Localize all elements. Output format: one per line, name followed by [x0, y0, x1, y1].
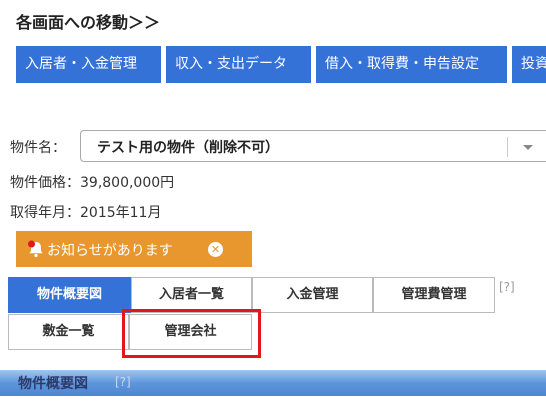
help-icon[interactable]: [?]	[499, 280, 515, 294]
property-name-label: 物件名：	[10, 140, 66, 156]
tab-property-overview[interactable]: 物件概要図	[8, 277, 131, 313]
tab-tenant-list[interactable]: 入居者一覧	[131, 277, 252, 313]
nav-investment-button[interactable]: 投資	[512, 46, 546, 83]
tab-payment-management[interactable]: 入金管理	[252, 277, 373, 313]
notice-banner[interactable]: お知らせがあります ✕	[16, 231, 252, 267]
property-select[interactable]: テスト用の物件（削除不可）	[80, 130, 546, 162]
select-divider	[507, 137, 508, 157]
bell-icon	[26, 239, 46, 263]
section-title: 物件概要図	[18, 376, 88, 392]
nav-tenant-payment-button[interactable]: 入居者・入金管理	[16, 46, 161, 83]
notice-text: お知らせがあります	[47, 243, 173, 259]
tab-management-fee[interactable]: 管理費管理	[373, 277, 495, 313]
chevron-down-icon	[523, 145, 533, 150]
property-acquired-date: 取得年月：2015年11月	[10, 205, 162, 221]
page-title: 各画面への移動＞＞	[16, 13, 161, 32]
nav-income-expense-button[interactable]: 収入・支出データ	[166, 46, 311, 83]
nav-loan-settings-button[interactable]: 借入・取得費・申告設定	[316, 46, 507, 83]
property-select-value: テスト用の物件（削除不可）	[97, 140, 279, 156]
tab-deposit-list[interactable]: 敷金一覧	[8, 314, 129, 350]
highlight-box	[122, 309, 261, 358]
section-help-icon[interactable]: [?]	[115, 375, 131, 389]
close-icon[interactable]: ✕	[208, 242, 223, 257]
property-price: 物件価格：39,800,000円	[10, 175, 175, 191]
